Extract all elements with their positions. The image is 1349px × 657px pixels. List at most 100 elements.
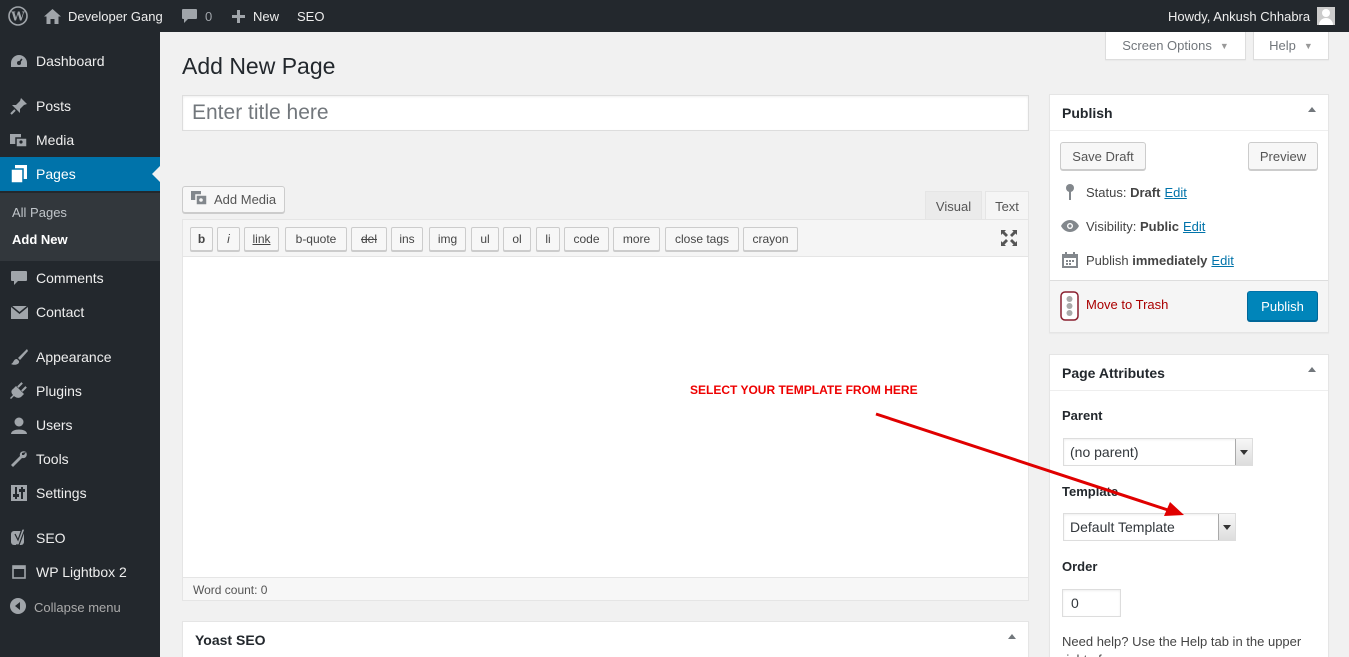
post-title-input[interactable] <box>182 95 1029 131</box>
status-label: Status: <box>1086 184 1127 200</box>
fullscreen-icon[interactable] <box>1001 230 1017 249</box>
key-icon <box>1060 183 1080 201</box>
quicktag-img-button[interactable]: img <box>429 227 466 251</box>
edit-status-link[interactable]: Edit <box>1164 185 1186 200</box>
publish-button[interactable]: Publish <box>1247 291 1318 321</box>
new-label: New <box>253 8 280 24</box>
submenu-item-add-new[interactable]: Add New <box>12 232 68 247</box>
sidebar-item-label: Users <box>36 417 73 433</box>
quicktag-ol-button[interactable]: ol <box>503 227 531 251</box>
visibility-row: Visibility: Public Edit <box>1060 217 1205 235</box>
page-attributes-title[interactable]: Page Attributes <box>1050 355 1328 391</box>
template-label: Template <box>1062 484 1119 499</box>
quicktag-li-button[interactable]: li <box>536 227 560 251</box>
avatar <box>1317 7 1336 25</box>
seo-link[interactable]: SEO <box>297 0 324 32</box>
collapse-arrow-icon <box>10 598 26 617</box>
quicktag-ul-button[interactable]: ul <box>471 227 499 251</box>
chevron-down-icon <box>1218 514 1235 540</box>
sidebar-item-settings[interactable]: Settings <box>0 476 160 510</box>
order-label: Order <box>1062 559 1098 574</box>
sidebar-item-media[interactable]: Media <box>0 123 160 157</box>
parent-select[interactable]: (no parent) <box>1063 438 1253 466</box>
editor-container: b i link b-quote del ins img ul ol li co… <box>182 219 1029 601</box>
sidebar-item-contact[interactable]: Contact <box>0 295 160 329</box>
quicktag-link-button[interactable]: link <box>244 227 279 251</box>
sidebar-item-plugins[interactable]: Plugins <box>0 374 160 408</box>
quicktag-crayon-button[interactable]: crayon <box>743 227 798 251</box>
move-to-trash-link[interactable]: Move to Trash <box>1086 297 1168 312</box>
sidebar-item-seo[interactable]: SEO <box>0 521 160 555</box>
sidebar-item-dashboard[interactable]: Dashboard <box>0 44 160 78</box>
account-menu[interactable]: Howdy, Ankush Chhabra <box>1168 0 1336 32</box>
add-media-icon <box>191 190 208 209</box>
publish-box: Publish Save Draft Preview Status: Draft… <box>1049 94 1329 333</box>
quicktag-bquote-button[interactable]: b-quote <box>285 227 347 251</box>
dashboard-icon <box>9 52 29 70</box>
word-count: Word count: 0 <box>183 577 1028 600</box>
page-title: Add New Page <box>182 53 336 79</box>
sidebar-item-pages[interactable]: Pages <box>0 157 160 191</box>
screen-options-button[interactable]: Screen Options ▼ <box>1105 32 1246 60</box>
admin-sidebar: Dashboard Posts Media Pages All Pages Ad… <box>0 32 160 657</box>
template-select-value: Default Template <box>1070 519 1175 535</box>
edit-publish-time-link[interactable]: Edit <box>1211 253 1233 268</box>
save-draft-button[interactable]: Save Draft <box>1060 142 1146 170</box>
parent-select-value: (no parent) <box>1070 444 1139 460</box>
help-button[interactable]: Help ▼ <box>1253 32 1329 60</box>
site-name-link[interactable]: Developer Gang <box>44 0 163 32</box>
template-select[interactable]: Default Template <box>1063 513 1236 541</box>
new-content-link[interactable]: New <box>232 0 279 32</box>
quicktag-del-button[interactable]: del <box>351 227 387 251</box>
pages-icon <box>9 165 29 183</box>
quicktag-bold-button[interactable]: b <box>190 227 213 251</box>
sidebar-item-appearance[interactable]: Appearance <box>0 340 160 374</box>
sidebar-item-tools[interactable]: Tools <box>0 442 160 476</box>
submenu-item-all-pages[interactable]: All Pages <box>12 205 67 220</box>
preview-button[interactable]: Preview <box>1248 142 1318 170</box>
sidebar-item-wp-lightbox[interactable]: WP Lightbox 2 <box>0 555 160 589</box>
sidebar-item-users[interactable]: Users <box>0 408 160 442</box>
yoast-seo-box: Yoast SEO <box>182 621 1029 657</box>
publish-time-value: immediately <box>1132 252 1208 268</box>
quicktag-close-tags-button[interactable]: close tags <box>665 227 739 251</box>
wordpress-logo-icon[interactable]: W <box>8 0 28 32</box>
howdy-text: Howdy, Ankush Chhabra <box>1168 8 1311 24</box>
toggle-arrow-icon[interactable] <box>1308 367 1316 372</box>
user-icon <box>9 416 29 434</box>
quicktag-ins-button[interactable]: ins <box>391 227 423 251</box>
publish-box-title[interactable]: Publish <box>1050 95 1328 131</box>
svg-text:W: W <box>10 10 25 24</box>
caret-down-icon: ▼ <box>1303 40 1313 51</box>
add-media-label: Add Media <box>214 192 277 207</box>
order-input[interactable] <box>1062 589 1121 617</box>
admin-bar: W Developer Gang 0 New SEO Howdy, Ankush… <box>0 0 1349 32</box>
quicktag-code-button[interactable]: code <box>564 227 609 251</box>
comments-count: 0 <box>205 8 213 24</box>
sidebar-item-comments[interactable]: Comments <box>0 261 160 295</box>
tab-visual[interactable]: Visual <box>925 191 982 220</box>
visibility-label: Visibility: <box>1086 218 1137 234</box>
content-textarea[interactable] <box>183 257 1028 577</box>
sidebar-item-posts[interactable]: Posts <box>0 89 160 123</box>
comments-link[interactable]: 0 <box>182 0 212 32</box>
tab-text[interactable]: Text <box>985 191 1029 220</box>
quicktag-more-button[interactable]: more <box>613 227 660 251</box>
eye-icon <box>1060 217 1080 235</box>
settings-icon <box>9 484 29 502</box>
edit-visibility-link[interactable]: Edit <box>1183 219 1205 234</box>
toggle-arrow-icon[interactable] <box>1308 107 1316 112</box>
plus-icon <box>232 9 245 23</box>
yoast-seo-title[interactable]: Yoast SEO <box>183 622 1028 657</box>
collapse-menu-button[interactable]: Collapse menu <box>0 596 160 618</box>
collapse-menu-label: Collapse menu <box>34 599 121 615</box>
quicktag-italic-button[interactable]: i <box>217 227 240 251</box>
sidebar-item-label: Tools <box>36 451 69 467</box>
toggle-arrow-icon[interactable] <box>1008 634 1016 639</box>
sidebar-item-label: Media <box>36 132 75 148</box>
page-attributes-box: Page Attributes Parent (no parent) Templ… <box>1049 354 1329 657</box>
status-row: Status: Draft Edit <box>1060 183 1187 201</box>
add-media-button[interactable]: Add Media <box>182 186 286 213</box>
wrench-icon <box>9 450 29 468</box>
parent-label: Parent <box>1062 408 1103 423</box>
